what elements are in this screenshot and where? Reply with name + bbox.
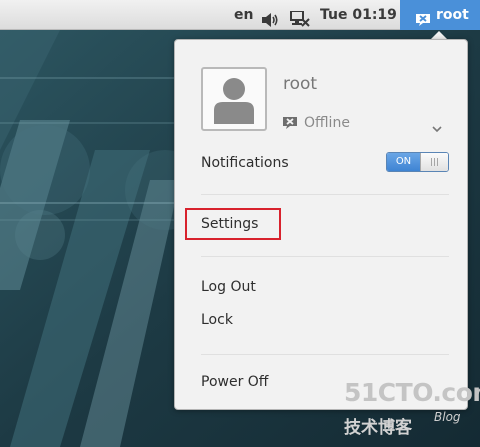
chat-status-icon — [415, 8, 431, 38]
network-offline-icon[interactable] — [290, 8, 310, 27]
watermark-subtitle: 技术博客 — [344, 418, 412, 438]
username: root — [283, 74, 318, 94]
watermark-site: 51CTO.com — [344, 378, 480, 407]
settings-label: Settings — [201, 216, 259, 232]
offline-status-icon — [282, 115, 298, 134]
volume-icon[interactable] — [262, 8, 280, 27]
lock-menu-item[interactable]: Lock — [201, 312, 233, 328]
notifications-label: Notifications — [201, 155, 289, 171]
top-bar: en Tue 01:19 root — [0, 0, 480, 30]
status-selector[interactable]: Offline — [304, 115, 350, 131]
notifications-toggle[interactable]: ON — [386, 152, 449, 172]
user-menu-popup: root Offline Notifications ON Settings L… — [174, 39, 468, 410]
settings-menu-item[interactable]: Settings — [185, 208, 281, 240]
separator — [201, 256, 449, 257]
user-menu-button[interactable]: root — [400, 0, 480, 30]
clock[interactable]: Tue 01:19 — [320, 0, 397, 30]
power-off-menu-item[interactable]: Power Off — [201, 374, 268, 390]
user-menu-label: root — [436, 7, 469, 23]
watermark-blog: Blog — [434, 410, 461, 424]
separator — [201, 194, 449, 195]
toggle-on-text: ON — [387, 153, 420, 171]
logout-menu-item[interactable]: Log Out — [201, 279, 256, 295]
avatar[interactable] — [201, 67, 267, 131]
separator — [201, 354, 449, 355]
chevron-down-icon[interactable] — [432, 118, 442, 137]
toggle-knob — [420, 153, 448, 171]
keyboard-layout-indicator[interactable]: en — [234, 0, 253, 30]
